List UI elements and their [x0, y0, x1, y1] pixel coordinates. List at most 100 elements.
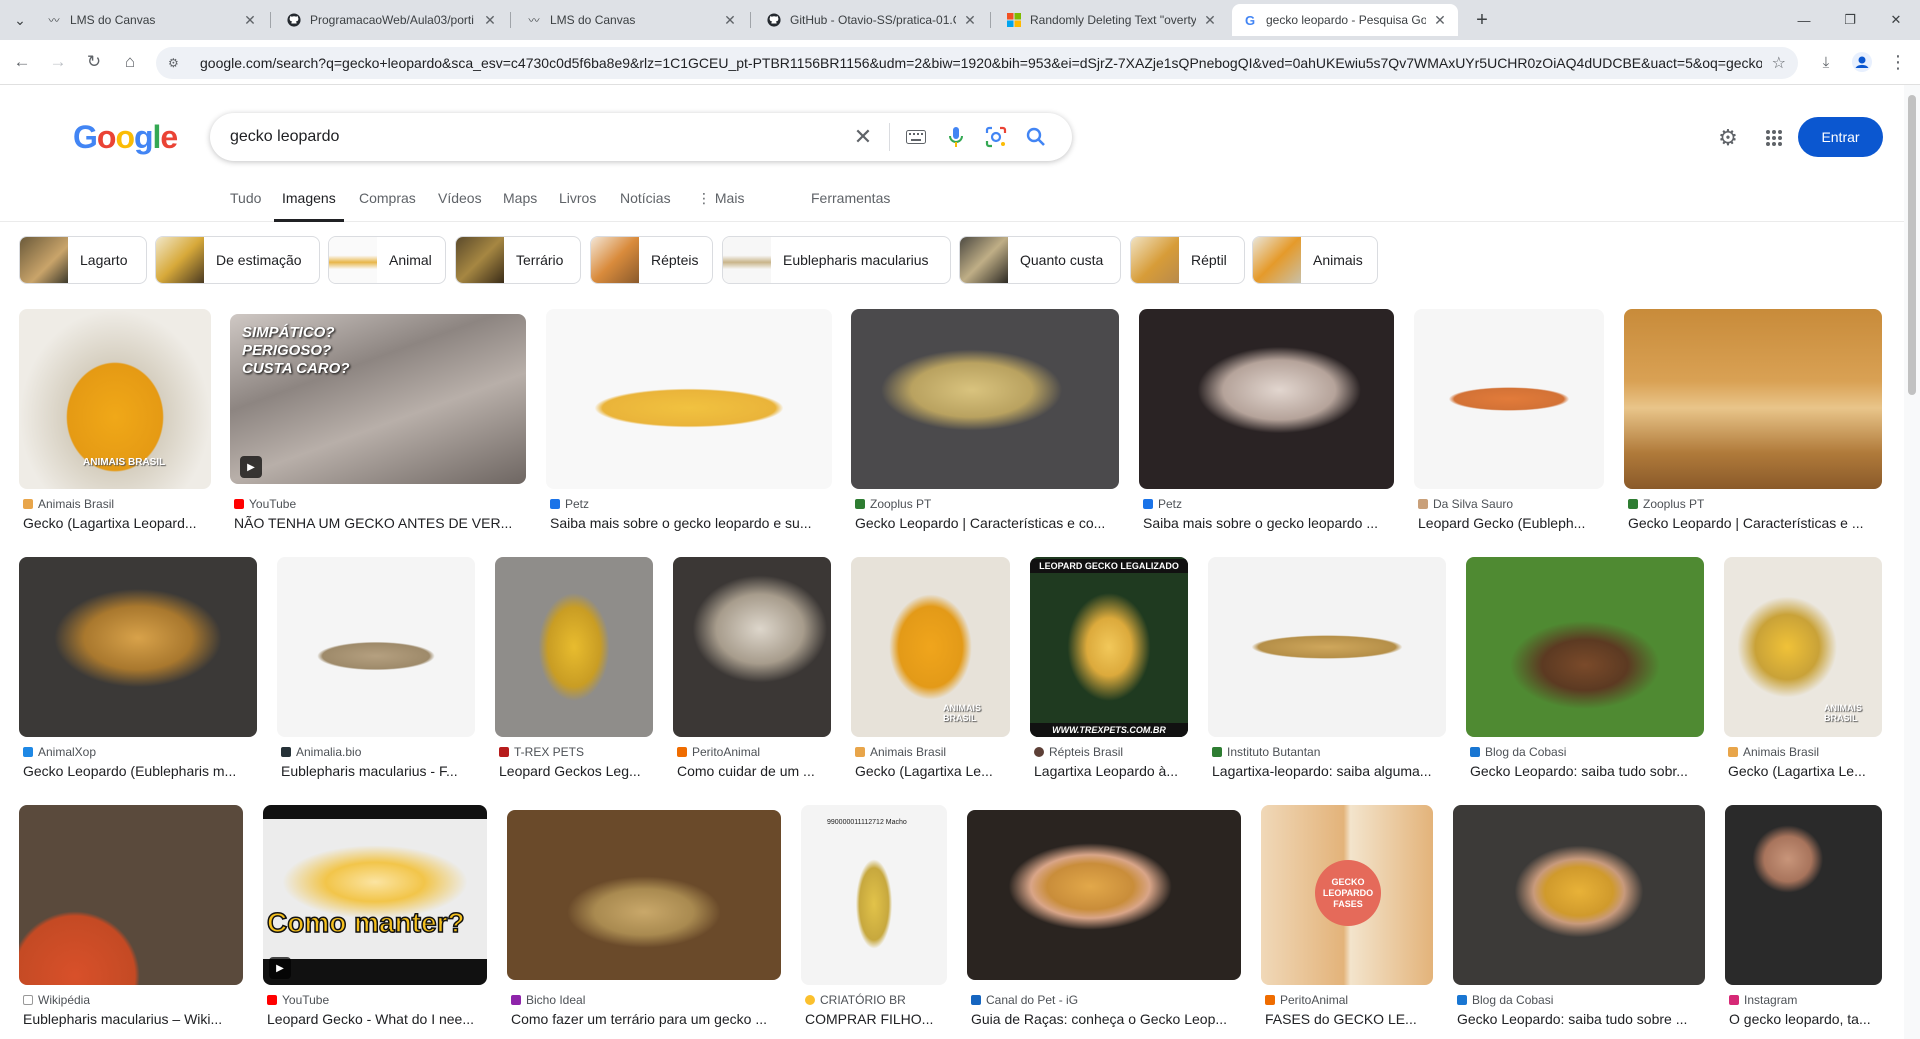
image-result[interactable]: Blog da Cobasi Gecko Leopardo: saiba tud…	[1466, 557, 1704, 787]
browser-tab[interactable]: Randomly Deleting Text "overty ✕	[996, 4, 1228, 36]
image-result[interactable]: 990000011112712 Macho CRIATÓRIO BR COMPR…	[801, 805, 947, 1035]
result-caption[interactable]: Leopard Gecko - What do I nee...	[267, 1011, 487, 1027]
result-image[interactable]: LEOPARD GECKO LEGALIZADO WWW.TREXPETS.CO…	[1030, 557, 1188, 737]
clear-icon[interactable]: ✕	[843, 117, 883, 157]
chip-animal[interactable]: Animal	[328, 236, 446, 284]
close-icon[interactable]: ✕	[1432, 12, 1448, 28]
tab-more[interactable]: ⋮ Mais	[697, 190, 744, 222]
image-result[interactable]: ANIMAIS BRASIL Animais Brasil Gecko (Lag…	[1724, 557, 1882, 787]
result-image[interactable]: ANIMAIS BRASIL	[1724, 557, 1882, 737]
result-image[interactable]	[1139, 309, 1394, 489]
browser-tab[interactable]: 〰 LMS do Canvas ✕	[36, 4, 268, 36]
result-caption[interactable]: Gecko (Lagartixa Leopard...	[23, 515, 211, 531]
image-result[interactable]: Animalia.bio Eublepharis macularius - F.…	[277, 557, 475, 787]
result-caption[interactable]: Saiba mais sobre o gecko leopardo ...	[1143, 515, 1394, 531]
tab-images[interactable]: Imagens	[274, 190, 344, 222]
image-result[interactable]: SIMPÁTICO? PERIGOSO? CUSTA CARO? ▶ YouTu…	[230, 309, 526, 539]
image-result[interactable]: GECKO LEOPARDO FASES PeritoAnimal FASES …	[1261, 805, 1433, 1035]
result-caption[interactable]: Eublepharis macularius – Wiki...	[23, 1011, 243, 1027]
image-result[interactable]: Canal do Pet - iG Guia de Raças: conheça…	[967, 805, 1241, 1035]
image-result[interactable]: Petz Saiba mais sobre o gecko leopardo e…	[546, 309, 832, 539]
result-caption[interactable]: Eublepharis macularius - F...	[281, 763, 475, 779]
tab-tools[interactable]: Ferramentas	[811, 190, 890, 222]
tab-search-button[interactable]: ⌄	[8, 8, 32, 32]
google-logo[interactable]: Google	[73, 119, 178, 156]
back-button[interactable]: ←	[8, 48, 36, 76]
scrollbar-thumb[interactable]	[1908, 95, 1916, 395]
result-image[interactable]: GECKO LEOPARDO FASES	[1261, 805, 1433, 985]
chip-animais[interactable]: Animais	[1252, 236, 1378, 284]
browser-tab[interactable]: ProgramacaoWeb/Aula03/porti ✕	[276, 4, 508, 36]
image-result[interactable]: Instagram O gecko leopardo, ta...	[1725, 805, 1882, 1035]
image-result[interactable]: LEOPARD GECKO LEGALIZADO WWW.TREXPETS.CO…	[1030, 557, 1188, 787]
result-image[interactable]: ANIMAIS BRASIL	[851, 557, 1010, 737]
result-image[interactable]	[1466, 557, 1704, 737]
result-image[interactable]	[851, 309, 1119, 489]
result-caption[interactable]: Gecko Leopardo: saiba tudo sobr...	[1470, 763, 1704, 779]
result-caption[interactable]: O gecko leopardo, ta...	[1729, 1011, 1882, 1027]
result-caption[interactable]: Como cuidar de um ...	[677, 763, 831, 779]
chip-repteis[interactable]: Répteis	[590, 236, 713, 284]
tab-videos[interactable]: Vídeos	[438, 190, 482, 222]
result-image[interactable]: 990000011112712 Macho	[801, 805, 947, 985]
browser-tab-active[interactable]: G gecko leopardo - Pesquisa Goo ✕	[1232, 4, 1458, 36]
tab-news[interactable]: Notícias	[620, 190, 671, 222]
result-image[interactable]	[1725, 805, 1882, 985]
result-caption[interactable]: Gecko Leopardo | Características e co...	[855, 515, 1119, 531]
result-image[interactable]: Como manter? ▶	[263, 805, 487, 985]
result-image[interactable]	[1624, 309, 1882, 489]
result-caption[interactable]: Gecko (Lagartixa Le...	[855, 763, 1010, 779]
close-icon[interactable]: ✕	[722, 12, 738, 28]
tab-all[interactable]: Tudo	[230, 190, 261, 222]
forward-button[interactable]: →	[44, 48, 72, 76]
image-result[interactable]: T-REX PETS Leopard Geckos Leg...	[495, 557, 653, 787]
result-caption[interactable]: Gecko Leopardo (Eublepharis m...	[23, 763, 257, 779]
result-caption[interactable]: Leopard Geckos Leg...	[499, 763, 653, 779]
result-image[interactable]	[277, 557, 475, 737]
result-caption[interactable]: NÃO TENHA UM GECKO ANTES DE VER...	[234, 515, 524, 531]
bookmark-star-icon[interactable]: ☆	[1772, 53, 1786, 73]
tab-shopping[interactable]: Compras	[359, 190, 416, 222]
search-icon[interactable]	[1016, 117, 1056, 157]
restore-button[interactable]: ❐	[1830, 6, 1870, 34]
tab-maps[interactable]: Maps	[503, 190, 537, 222]
download-icon[interactable]: ⤓	[1812, 48, 1840, 76]
chip-terrario[interactable]: Terrário	[455, 236, 581, 284]
image-result[interactable]: Wikipédia Eublepharis macularius – Wiki.…	[19, 805, 243, 1035]
settings-gear-icon[interactable]: ⚙	[1714, 124, 1742, 152]
home-button[interactable]: ⌂	[116, 48, 144, 76]
lens-icon[interactable]	[976, 117, 1016, 157]
browser-tab[interactable]: GitHub - Otavio-SS/pratica-01.C ✕	[756, 4, 988, 36]
result-image[interactable]	[1453, 805, 1705, 985]
result-caption[interactable]: Lagartixa-leopardo: saiba alguma...	[1212, 763, 1446, 779]
result-caption[interactable]: FASES do GECKO LE...	[1265, 1011, 1433, 1027]
result-caption[interactable]: Saiba mais sobre o gecko leopardo e su..…	[550, 515, 832, 531]
image-result[interactable]: Instituto Butantan Lagartixa-leopardo: s…	[1208, 557, 1446, 787]
microphone-icon[interactable]	[936, 117, 976, 157]
result-image[interactable]	[1414, 309, 1604, 489]
image-result[interactable]: ANIMAIS BRASIL Animais Brasil Gecko (Lag…	[19, 309, 211, 539]
image-result[interactable]: PeritoAnimal Como cuidar de um ...	[673, 557, 831, 787]
result-caption[interactable]: Guia de Raças: conheça o Gecko Leop...	[971, 1011, 1241, 1027]
image-result[interactable]: ANIMAIS BRASIL Animais Brasil Gecko (Lag…	[851, 557, 1010, 787]
result-image[interactable]	[673, 557, 831, 737]
close-icon[interactable]: ✕	[1202, 12, 1218, 28]
apps-grid-icon[interactable]	[1760, 124, 1788, 152]
result-image[interactable]	[507, 810, 781, 980]
chip-reptil[interactable]: Réptil	[1130, 236, 1245, 284]
image-result[interactable]: Zooplus PT Gecko Leopardo | Característi…	[851, 309, 1119, 539]
close-icon[interactable]: ✕	[242, 12, 258, 28]
image-result[interactable]: Zooplus PT Gecko Leopardo | Característi…	[1624, 309, 1882, 539]
result-caption[interactable]: Gecko Leopardo | Características e ...	[1628, 515, 1882, 531]
result-image[interactable]	[19, 557, 257, 737]
signin-button[interactable]: Entrar	[1798, 117, 1883, 157]
chip-de-estimacao[interactable]: De estimação	[155, 236, 320, 284]
chip-eublepharis[interactable]: Eublepharis macularius	[722, 236, 951, 284]
result-image[interactable]: ANIMAIS BRASIL	[19, 309, 211, 489]
result-caption[interactable]: Leopard Gecko (Eubleph...	[1418, 515, 1604, 531]
menu-kebab-icon[interactable]: ⋮	[1884, 48, 1912, 76]
new-tab-button[interactable]: +	[1470, 8, 1494, 32]
chip-quanto-custa[interactable]: Quanto custa	[959, 236, 1121, 284]
minimize-button[interactable]: —	[1784, 6, 1824, 34]
result-caption[interactable]: Gecko Leopardo: saiba tudo sobre ...	[1457, 1011, 1705, 1027]
